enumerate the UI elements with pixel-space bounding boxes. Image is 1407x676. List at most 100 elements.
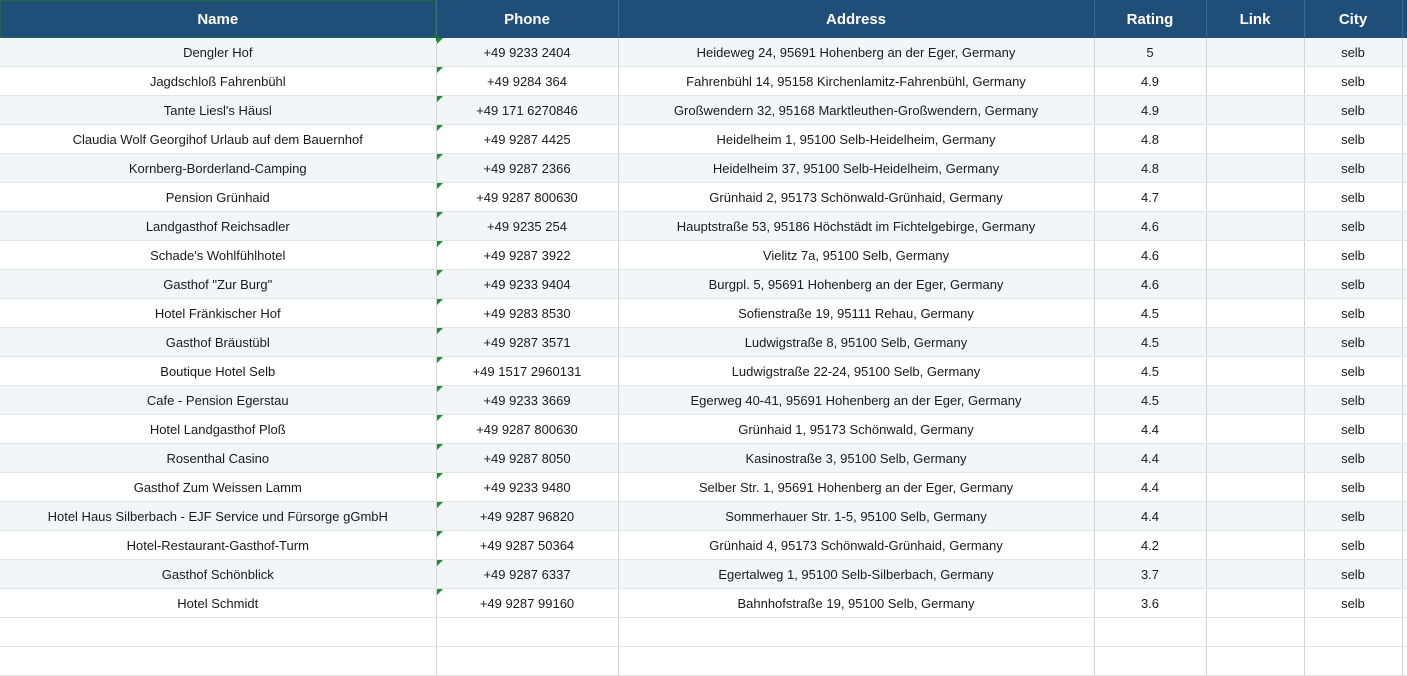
cell-rating[interactable]: 4.8	[1094, 124, 1207, 154]
empty-cell[interactable]	[618, 617, 1095, 647]
empty-cell[interactable]	[618, 646, 1095, 676]
cell-rating[interactable]: 4.9	[1094, 66, 1207, 96]
cell-city[interactable]: selb	[1304, 327, 1403, 357]
cell-link[interactable]	[1206, 385, 1305, 415]
cell-extra[interactable]	[1402, 269, 1407, 299]
cell-city[interactable]: selb	[1304, 153, 1403, 183]
cell-phone[interactable]: +49 9287 6337	[436, 559, 619, 589]
cell-phone[interactable]: +49 9233 3669	[436, 385, 619, 415]
cell-address[interactable]: Bahnhofstraße 19, 95100 Selb, Germany	[618, 588, 1095, 618]
cell-address[interactable]: Heidelheim 1, 95100 Selb-Heidelheim, Ger…	[618, 124, 1095, 154]
cell-address[interactable]: Burgpl. 5, 95691 Hohenberg an der Eger, …	[618, 269, 1095, 299]
empty-cell[interactable]	[1304, 617, 1403, 647]
cell-city[interactable]: selb	[1304, 240, 1403, 270]
empty-cell[interactable]	[436, 646, 619, 676]
cell-address[interactable]: Egertalweg 1, 95100 Selb-Silberbach, Ger…	[618, 559, 1095, 589]
cell-rating[interactable]: 4.2	[1094, 530, 1207, 560]
cell-name[interactable]: Hotel Haus Silberbach - EJF Service und …	[0, 501, 437, 531]
cell-link[interactable]	[1206, 443, 1305, 473]
cell-phone[interactable]: +49 9283 8530	[436, 298, 619, 328]
cell-extra[interactable]	[1402, 327, 1407, 357]
cell-city[interactable]: selb	[1304, 472, 1403, 502]
cell-name[interactable]: Rosenthal Casino	[0, 443, 437, 473]
empty-cell[interactable]	[1094, 617, 1207, 647]
column-header-city[interactable]: City	[1304, 0, 1403, 38]
cell-link[interactable]	[1206, 211, 1305, 241]
cell-link[interactable]	[1206, 269, 1305, 299]
cell-city[interactable]: selb	[1304, 298, 1403, 328]
empty-cell[interactable]	[1206, 617, 1305, 647]
cell-phone[interactable]: +49 9287 3571	[436, 327, 619, 357]
cell-address[interactable]: Ludwigstraße 8, 95100 Selb, Germany	[618, 327, 1095, 357]
cell-city[interactable]: selb	[1304, 66, 1403, 96]
cell-address[interactable]: Heideweg 24, 95691 Hohenberg an der Eger…	[618, 38, 1095, 67]
cell-link[interactable]	[1206, 240, 1305, 270]
cell-rating[interactable]: 4.6	[1094, 211, 1207, 241]
cell-extra[interactable]	[1402, 530, 1407, 560]
cell-name[interactable]: Jagdschloß Fahrenbühl	[0, 66, 437, 96]
cell-city[interactable]: selb	[1304, 95, 1403, 125]
cell-name[interactable]: Hotel-Restaurant-Gasthof-Turm	[0, 530, 437, 560]
cell-address[interactable]: Vielitz 7a, 95100 Selb, Germany	[618, 240, 1095, 270]
cell-extra[interactable]	[1402, 588, 1407, 618]
cell-link[interactable]	[1206, 95, 1305, 125]
cell-extra[interactable]	[1402, 385, 1407, 415]
cell-link[interactable]	[1206, 472, 1305, 502]
cell-phone[interactable]: +49 9287 96820	[436, 501, 619, 531]
cell-name[interactable]: Gasthof Schönblick	[0, 559, 437, 589]
column-header-phone[interactable]: Phone	[436, 0, 619, 38]
cell-rating[interactable]: 4.5	[1094, 356, 1207, 386]
cell-link[interactable]	[1206, 327, 1305, 357]
cell-phone[interactable]: +49 171 6270846	[436, 95, 619, 125]
empty-cell[interactable]	[1402, 646, 1407, 676]
cell-name[interactable]: Tante Liesl's Häusl	[0, 95, 437, 125]
cell-extra[interactable]	[1402, 472, 1407, 502]
cell-phone[interactable]: +49 9233 9404	[436, 269, 619, 299]
cell-address[interactable]: Sofienstraße 19, 95111 Rehau, Germany	[618, 298, 1095, 328]
cell-name[interactable]: Kornberg-Borderland-Camping	[0, 153, 437, 183]
cell-city[interactable]: selb	[1304, 182, 1403, 212]
cell-link[interactable]	[1206, 38, 1305, 67]
cell-extra[interactable]	[1402, 153, 1407, 183]
cell-extra[interactable]	[1402, 443, 1407, 473]
cell-link[interactable]	[1206, 414, 1305, 444]
cell-rating[interactable]: 4.8	[1094, 153, 1207, 183]
cell-extra[interactable]	[1402, 38, 1407, 67]
cell-link[interactable]	[1206, 588, 1305, 618]
column-header-extra[interactable]	[1402, 0, 1407, 38]
cell-extra[interactable]	[1402, 211, 1407, 241]
cell-city[interactable]: selb	[1304, 124, 1403, 154]
cell-address[interactable]: Sommerhauer Str. 1-5, 95100 Selb, German…	[618, 501, 1095, 531]
cell-city[interactable]: selb	[1304, 588, 1403, 618]
cell-city[interactable]: selb	[1304, 530, 1403, 560]
cell-name[interactable]: Landgasthof Reichsadler	[0, 211, 437, 241]
cell-city[interactable]: selb	[1304, 501, 1403, 531]
cell-city[interactable]: selb	[1304, 385, 1403, 415]
cell-extra[interactable]	[1402, 501, 1407, 531]
cell-city[interactable]: selb	[1304, 356, 1403, 386]
cell-link[interactable]	[1206, 153, 1305, 183]
cell-link[interactable]	[1206, 66, 1305, 96]
cell-extra[interactable]	[1402, 298, 1407, 328]
cell-address[interactable]: Selber Str. 1, 95691 Hohenberg an der Eg…	[618, 472, 1095, 502]
empty-cell[interactable]	[0, 646, 437, 676]
column-header-address[interactable]: Address	[618, 0, 1095, 38]
cell-rating[interactable]: 5	[1094, 38, 1207, 67]
cell-rating[interactable]: 3.6	[1094, 588, 1207, 618]
cell-name[interactable]: Dengler Hof	[0, 38, 437, 67]
cell-address[interactable]: Großwendern 32, 95168 Marktleuthen-Großw…	[618, 95, 1095, 125]
cell-city[interactable]: selb	[1304, 269, 1403, 299]
cell-extra[interactable]	[1402, 95, 1407, 125]
cell-address[interactable]: Hauptstraße 53, 95186 Höchstädt im Ficht…	[618, 211, 1095, 241]
cell-name[interactable]: Cafe - Pension Egerstau	[0, 385, 437, 415]
cell-link[interactable]	[1206, 501, 1305, 531]
cell-phone[interactable]: +49 9233 9480	[436, 472, 619, 502]
column-header-rating[interactable]: Rating	[1094, 0, 1207, 38]
cell-name[interactable]: Gasthof "Zur Burg"	[0, 269, 437, 299]
cell-name[interactable]: Claudia Wolf Georgihof Urlaub auf dem Ba…	[0, 124, 437, 154]
empty-cell[interactable]	[1402, 617, 1407, 647]
cell-address[interactable]: Kasinostraße 3, 95100 Selb, Germany	[618, 443, 1095, 473]
cell-extra[interactable]	[1402, 356, 1407, 386]
cell-link[interactable]	[1206, 356, 1305, 386]
cell-phone[interactable]: +49 9287 50364	[436, 530, 619, 560]
